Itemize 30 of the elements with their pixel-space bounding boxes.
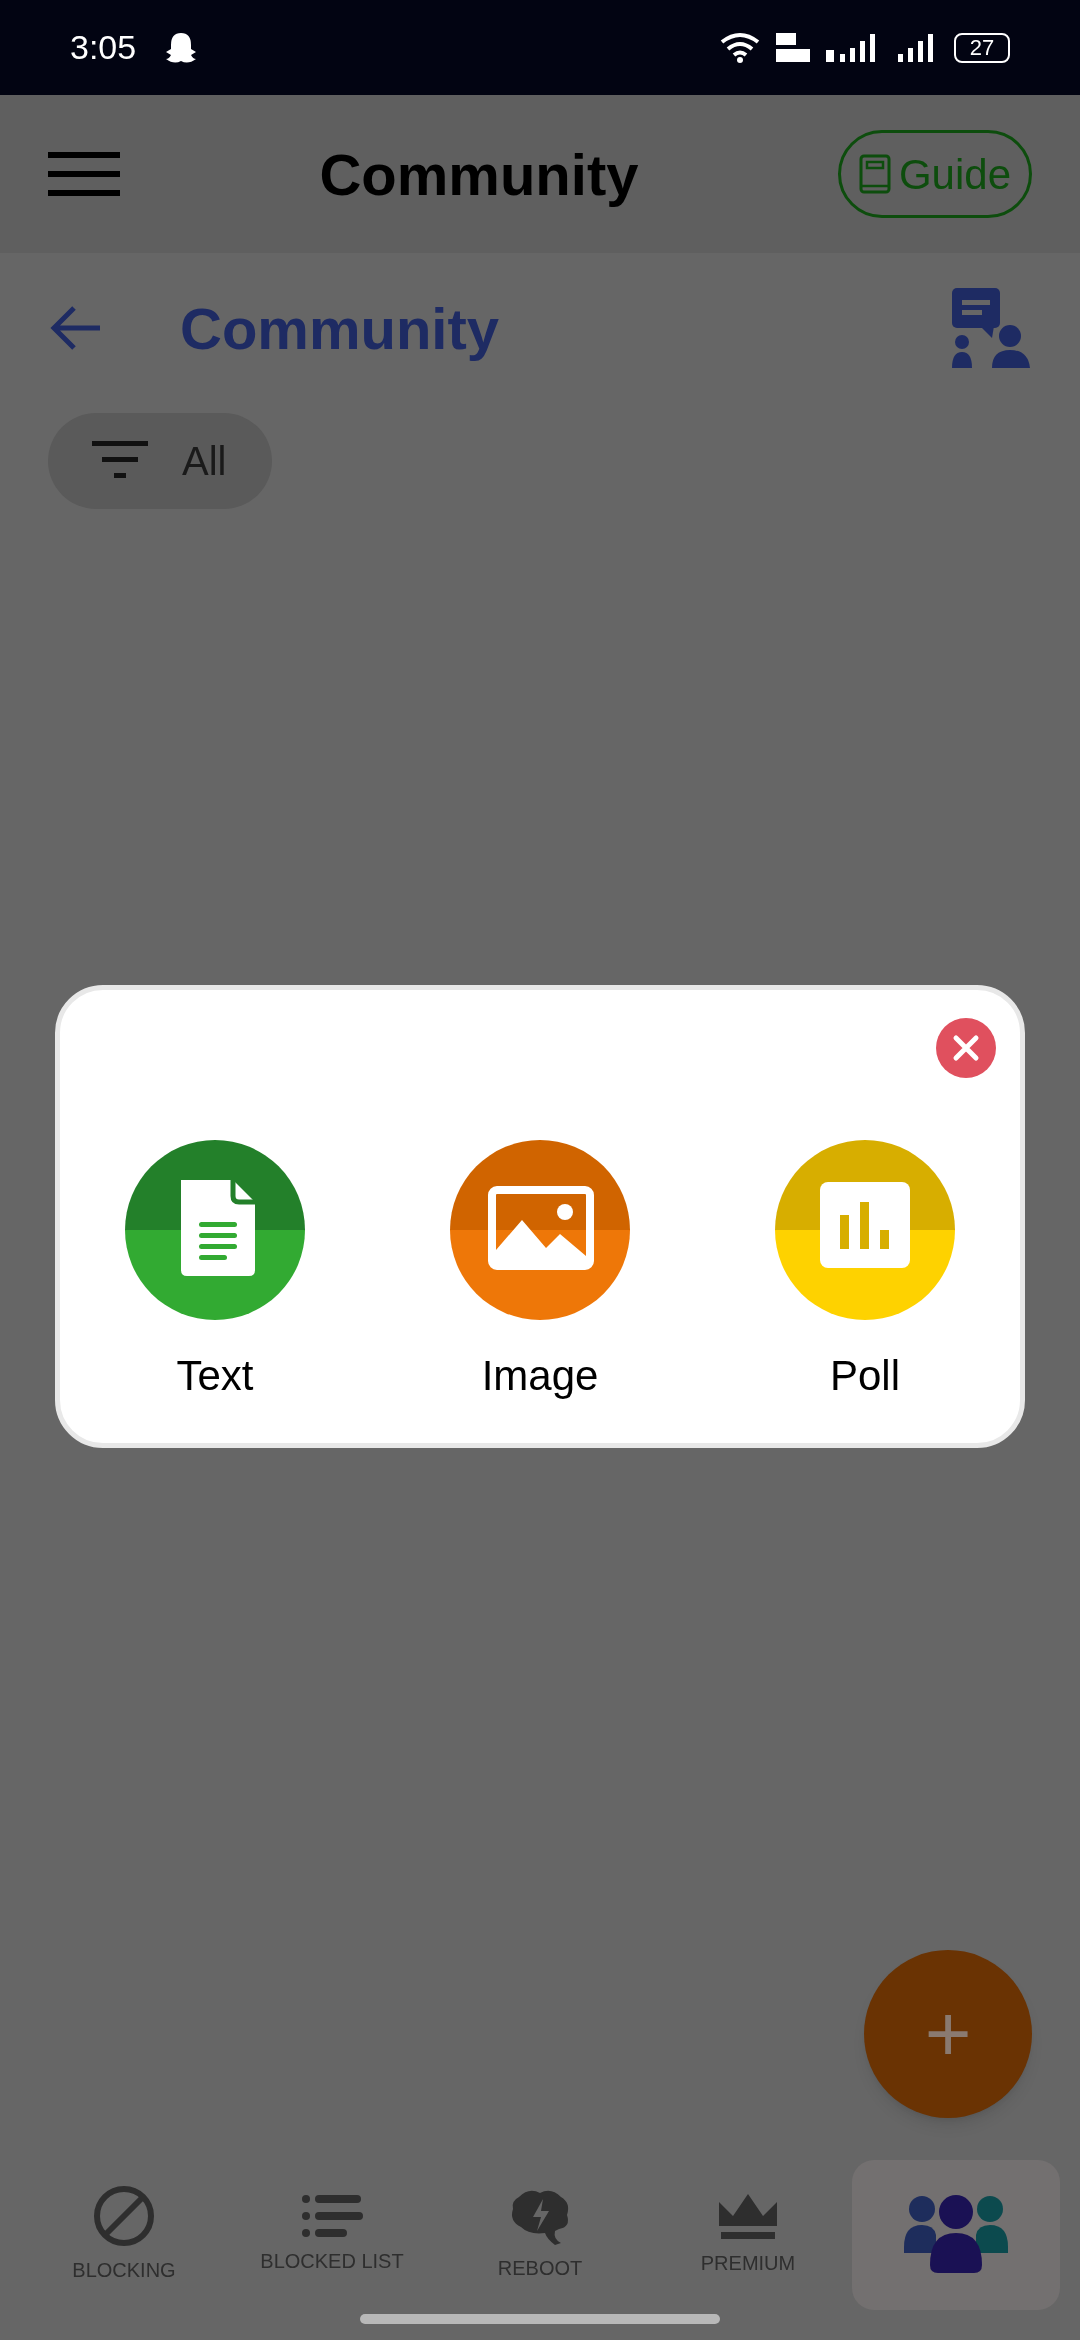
close-button[interactable] (936, 1018, 996, 1078)
filter-icon (92, 441, 148, 481)
app-title: Community (318, 140, 640, 209)
wifi-icon (720, 31, 760, 64)
guide-button[interactable]: Guide (837, 130, 1032, 218)
crown-icon (717, 2192, 779, 2240)
filter-chip[interactable]: All (48, 413, 272, 509)
bar-chart-icon (775, 1140, 955, 1320)
clock-time: 3:05 (70, 27, 137, 68)
menu-icon[interactable] (48, 152, 120, 196)
post-type-option[interactable]: Image (450, 1140, 630, 1407)
prohibited-icon (93, 2185, 155, 2247)
list-icon (301, 2194, 363, 2238)
discussion-icon[interactable] (952, 288, 1032, 368)
battery-indicator: 27 (954, 32, 1010, 63)
nav-item[interactable]: BLOCKING (20, 2160, 228, 2310)
picture-icon (450, 1140, 630, 1320)
page-title: Community (180, 294, 500, 363)
post-type-option[interactable]: Poll (775, 1140, 955, 1407)
close-icon (952, 1034, 980, 1062)
post-type-option[interactable]: Text (125, 1140, 305, 1407)
document-icon (125, 1140, 305, 1320)
nav-item[interactable]: BLOCKED LIST (228, 2160, 436, 2310)
nav-item[interactable]: PREMIUM (644, 2160, 852, 2310)
signal-icon (896, 31, 936, 64)
add-button[interactable]: + (864, 1950, 1032, 2118)
nav-item[interactable] (852, 2160, 1060, 2310)
book-icon (858, 154, 891, 194)
group-icon (904, 2195, 1008, 2275)
nav-item[interactable]: REBOOT (436, 2160, 644, 2310)
